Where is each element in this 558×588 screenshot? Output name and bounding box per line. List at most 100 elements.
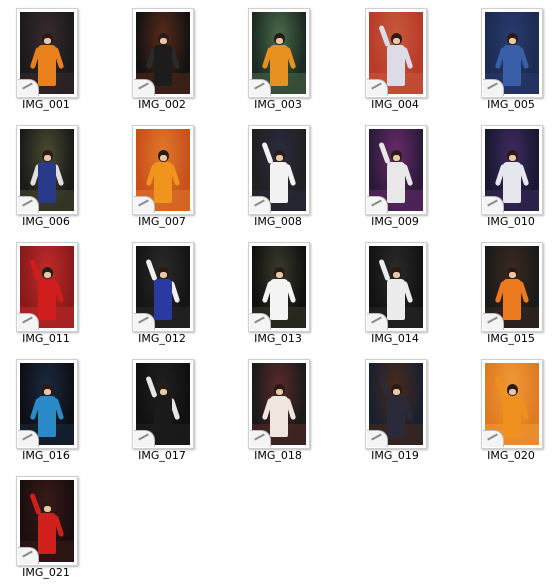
performer-arm [378,25,391,48]
file-name-label[interactable]: IMG_012 [116,332,208,345]
performer-figure [145,33,181,86]
file-name-label[interactable]: IMG_010 [465,215,557,228]
file-name-label[interactable]: IMG_005 [465,98,557,111]
file-thumbnail[interactable] [132,125,194,215]
performer-figure [29,259,65,320]
file-name-label[interactable]: IMG_013 [232,332,324,345]
file-item[interactable]: IMG_009 [349,119,449,233]
performer-figure [261,384,297,437]
file-item[interactable]: IMG_011 [0,236,100,350]
performer-outfit [38,162,56,203]
performer-arm [145,376,158,399]
performer-face [43,272,51,279]
file-item[interactable]: IMG_018 [232,353,332,467]
performer-outfit [154,45,172,86]
file-thumbnail[interactable] [132,359,194,449]
file-thumbnail[interactable] [365,125,427,215]
performer-arm [145,259,158,282]
file-name-label[interactable]: IMG_019 [349,449,441,462]
performer-face [275,389,283,396]
file-name-label[interactable]: IMG_002 [116,98,208,111]
file-item[interactable]: IMG_019 [349,353,449,467]
corner-seal-icon [367,430,388,447]
file-thumbnail[interactable] [132,8,194,98]
file-item[interactable]: IMG_005 [465,2,558,116]
performer-face [275,272,283,279]
performer-figure [29,384,65,437]
file-item[interactable]: IMG_010 [465,119,558,233]
file-item[interactable]: IMG_013 [232,236,332,350]
corner-seal-icon [250,313,271,330]
file-thumbnail[interactable] [248,125,310,215]
file-item[interactable]: IMG_016 [0,353,100,467]
performer-face [275,155,283,162]
file-name-label[interactable]: IMG_016 [0,449,92,462]
performer-figure [29,33,65,86]
file-thumbnail[interactable] [16,242,78,332]
file-item[interactable]: IMG_008 [232,119,332,233]
file-name-label[interactable]: IMG_011 [0,332,92,345]
file-item[interactable]: IMG_014 [349,236,449,350]
file-item[interactable]: IMG_015 [465,236,558,350]
file-thumbnail[interactable] [248,359,310,449]
performer-outfit [38,279,56,320]
file-item[interactable]: IMG_007 [116,119,216,233]
performer-face [508,155,516,162]
file-name-label[interactable]: IMG_017 [116,449,208,462]
file-thumbnail[interactable] [16,125,78,215]
file-name-label[interactable]: IMG_001 [0,98,92,111]
file-item[interactable]: IMG_004 [349,2,449,116]
file-name-label[interactable]: IMG_015 [465,332,557,345]
file-thumbnail[interactable] [365,242,427,332]
performer-outfit [387,162,405,203]
file-item[interactable]: IMG_012 [116,236,216,350]
file-name-label[interactable]: IMG_006 [0,215,92,228]
performer-figure [494,376,530,437]
performer-outfit [387,396,405,437]
file-item[interactable]: IMG_001 [0,2,100,116]
corner-seal-icon [483,430,504,447]
corner-seal-icon [367,313,388,330]
file-thumbnail[interactable] [16,8,78,98]
file-thumbnail[interactable] [248,8,310,98]
corner-seal-icon [18,430,39,447]
file-name-label[interactable]: IMG_008 [232,215,324,228]
corner-seal-icon [250,79,271,96]
performer-arm [29,493,42,516]
performer-outfit [270,279,288,320]
file-name-label[interactable]: IMG_021 [0,566,92,579]
file-thumbnail[interactable] [365,8,427,98]
file-thumbnail[interactable] [16,359,78,449]
file-item[interactable]: IMG_006 [0,119,100,233]
file-thumbnail[interactable] [132,242,194,332]
performer-arm [494,376,507,399]
file-item[interactable]: IMG_002 [116,2,216,116]
performer-outfit [503,279,521,320]
file-name-label[interactable]: IMG_009 [349,215,441,228]
corner-seal-icon [367,79,388,96]
performer-figure [29,493,65,554]
corner-seal-icon [134,313,155,330]
file-thumbnail[interactable] [16,476,78,566]
performer-figure [494,33,530,86]
file-item[interactable]: IMG_020 [465,353,558,467]
file-thumbnail[interactable] [481,8,543,98]
file-item[interactable]: IMG_017 [116,353,216,467]
file-name-label[interactable]: IMG_004 [349,98,441,111]
file-item[interactable]: IMG_003 [232,2,332,116]
performer-outfit [38,396,56,437]
file-item[interactable]: IMG_021 [0,470,100,584]
file-name-label[interactable]: IMG_020 [465,449,557,462]
file-thumbnail[interactable] [365,359,427,449]
file-name-label[interactable]: IMG_007 [116,215,208,228]
file-thumbnail[interactable] [481,125,543,215]
performer-face [392,389,400,396]
file-name-label[interactable]: IMG_014 [349,332,441,345]
performer-face [392,38,400,45]
performer-figure [261,33,297,86]
file-name-label[interactable]: IMG_018 [232,449,324,462]
file-thumbnail[interactable] [481,242,543,332]
file-thumbnail[interactable] [481,359,543,449]
file-thumbnail[interactable] [248,242,310,332]
file-name-label[interactable]: IMG_003 [232,98,324,111]
